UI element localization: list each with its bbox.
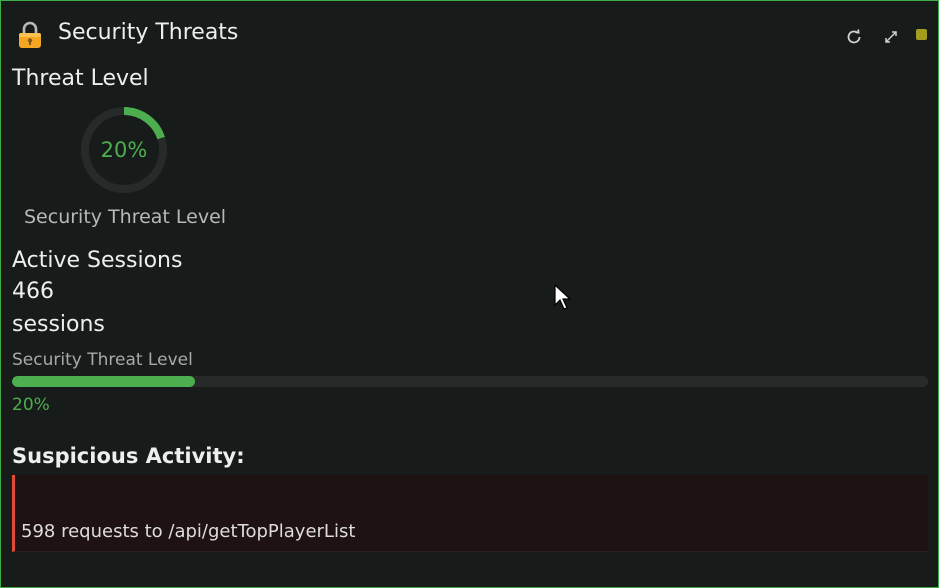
security-threats-panel: Security Threats Threat Level 20% Securi… (0, 0, 939, 588)
gauge-caption: Security Threat Level (24, 206, 227, 228)
sessions-count: 466 (12, 279, 54, 304)
refresh-icon (847, 29, 861, 44)
sessions-unit: sessions (12, 312, 105, 337)
expand-icon (885, 31, 897, 43)
status-indicator (916, 29, 927, 40)
expand-button[interactable] (881, 27, 901, 47)
progress-track (12, 376, 928, 387)
suspicious-activity-title: Suspicious Activity: (12, 444, 245, 468)
refresh-button[interactable] (844, 27, 864, 47)
panel-title: Security Threats (58, 20, 239, 45)
gauge-value: 20% (100, 138, 148, 162)
progress-label: Security Threat Level (12, 350, 193, 370)
mouse-cursor-icon (554, 284, 572, 310)
panel-header: Security Threats (1, 1, 938, 65)
active-sessions-title: Active Sessions (12, 248, 183, 273)
lock-icon (19, 21, 41, 48)
progress-fill (12, 376, 196, 387)
alert-message: 598 requests to /api/getTopPlayerList (21, 521, 356, 542)
threat-level-title: Threat Level (12, 66, 149, 91)
progress-value: 20% (12, 395, 50, 415)
